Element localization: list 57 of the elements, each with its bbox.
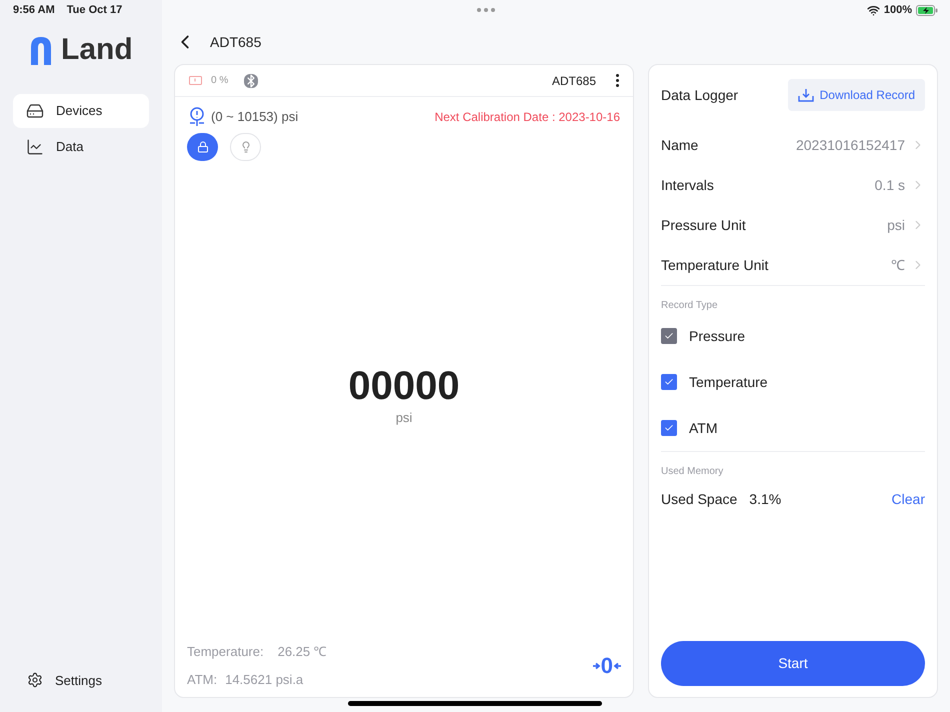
checkbox-label: Pressure (689, 326, 746, 346)
clear-button[interactable]: Clear (892, 489, 925, 510)
memory-heading: Used Memory (661, 465, 724, 479)
logo-text: Land (61, 35, 133, 65)
setting-row[interactable]: Intervals 0.1 s (661, 165, 925, 205)
checkbox[interactable] (661, 374, 677, 390)
device-name: ADT685 (552, 72, 596, 90)
atm-value: 14.5621 psi.a (225, 670, 304, 689)
wifi-icon (866, 4, 880, 16)
used-space-label: Used Space (661, 490, 738, 509)
setting-row[interactable]: Pressure Unit psi (661, 205, 925, 245)
status-date: Tue Oct 17 (66, 2, 122, 18)
checkbox-label: Temperature (689, 372, 768, 392)
status-time: 9:56 AM (13, 2, 55, 18)
page-title: ADT685 (210, 32, 262, 52)
chart-icon (26, 138, 44, 156)
download-icon (798, 87, 814, 103)
lightbulb-icon (240, 141, 252, 153)
start-button[interactable]: Start (661, 641, 925, 686)
battery-empty-icon (189, 76, 203, 85)
sensor-icon (188, 107, 206, 127)
temperature-label: Temperature: (187, 643, 264, 661)
pressure-unit: psi (396, 408, 412, 427)
zero-button[interactable]: 0 (592, 654, 621, 676)
record-type-heading: Record Type (661, 299, 719, 313)
check-icon (664, 423, 674, 433)
atm-label: ATM: (187, 670, 218, 688)
arrow-right-icon (592, 662, 601, 670)
setting-row[interactable]: Name 20231016152417 (661, 125, 925, 165)
temperature-value: 26.25 ℃ (278, 643, 327, 661)
range-text: (0 ~ 10153) psi (211, 108, 298, 126)
more-button[interactable] (616, 74, 619, 87)
lock-icon (196, 141, 208, 153)
logo-icon (29, 35, 53, 65)
checkbox[interactable] (661, 420, 677, 436)
bluetooth-icon (244, 74, 258, 88)
sidebar-item[interactable]: Devices (13, 94, 149, 128)
sidebar-item[interactable]: Data (13, 130, 149, 164)
logger-title: Data Logger (661, 86, 738, 105)
pressure-reading: 00000 (348, 366, 460, 406)
checkbox-label: ATM (689, 418, 718, 438)
more-dots-icon (477, 8, 495, 12)
more-icon (616, 74, 619, 87)
device-icon (26, 102, 44, 120)
calibration-date: Next Calibration Date : 2023-10-16 (434, 109, 620, 126)
battery-percent: 100% (884, 2, 912, 18)
battery-level: 0 % (211, 74, 228, 88)
used-space-value: 3.1% (749, 490, 782, 509)
lock-button[interactable] (187, 133, 218, 161)
battery-icon (916, 4, 938, 16)
setting-row[interactable]: Temperature Unit ℃ (661, 245, 925, 285)
check-icon (664, 377, 674, 387)
settings-icon (27, 672, 43, 688)
arrow-left-icon (613, 662, 621, 670)
check-icon (664, 331, 674, 341)
settings-button[interactable]: Settings (27, 670, 102, 690)
download-button[interactable]: Download Record (788, 79, 925, 111)
